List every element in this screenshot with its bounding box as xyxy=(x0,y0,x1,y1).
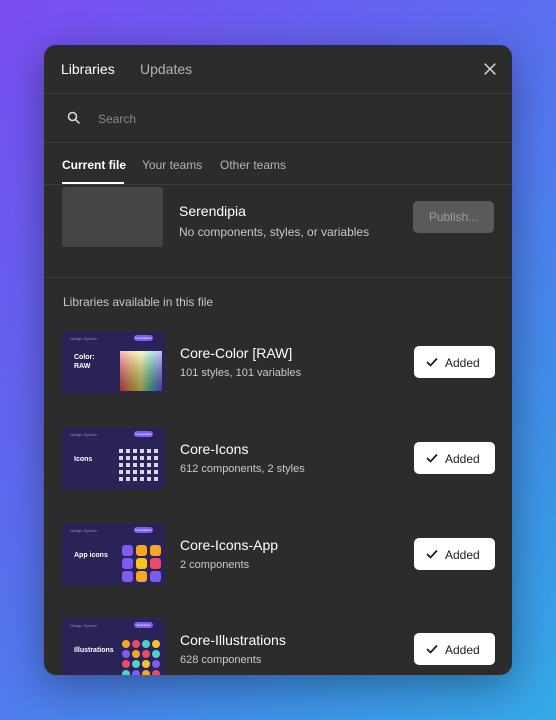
added-button[interactable]: Added xyxy=(414,538,495,570)
thumb-title: Icons xyxy=(74,456,93,463)
library-scope-tabs: Current file Your teams Other teams xyxy=(44,143,512,185)
added-button[interactable]: Added xyxy=(414,346,495,378)
thumb-title: Illustrations xyxy=(74,647,114,654)
added-label: Added xyxy=(445,356,480,370)
added-button[interactable]: Added xyxy=(414,633,495,665)
checkmark-icon xyxy=(426,549,438,559)
library-row: Design System Foundations App icons Core… xyxy=(44,523,512,619)
thumb-title: App icons xyxy=(74,552,108,559)
libraries-dialog: Libraries Updates Current file Your team… xyxy=(44,45,512,675)
publish-button[interactable]: Publish... xyxy=(413,201,494,233)
thumb-caption: Design System xyxy=(70,432,97,437)
app-icons-graphic xyxy=(122,545,161,582)
added-label: Added xyxy=(445,643,480,657)
thumb-badge: Iconography xyxy=(134,431,153,437)
close-button[interactable] xyxy=(480,59,500,79)
library-thumbnail: Design System Illustration Illustrations xyxy=(62,618,165,675)
close-icon xyxy=(484,63,496,75)
illustrations-graphic xyxy=(122,640,160,675)
tab-updates[interactable]: Updates xyxy=(140,61,192,77)
checkmark-icon xyxy=(426,357,438,367)
current-file-name: Serendipia xyxy=(179,203,246,219)
tab-other-teams[interactable]: Other teams xyxy=(220,158,286,172)
library-thumbnail: Design System Foundations App icons xyxy=(62,523,165,585)
current-file-thumbnail xyxy=(62,187,163,247)
library-thumbnail: Design System Iconography Icons xyxy=(62,427,165,489)
thumb-title: Color: RAW xyxy=(74,354,95,370)
library-description: 612 components, 2 styles xyxy=(180,463,305,475)
tab-current-file[interactable]: Current file xyxy=(62,158,126,172)
library-row: Design System Iconography Icons Core-Ico… xyxy=(44,427,512,523)
search-input[interactable] xyxy=(96,107,480,131)
thumb-badge: Foundations xyxy=(134,527,153,533)
thumb-caption: Design System xyxy=(70,528,97,533)
checkmark-icon xyxy=(426,644,438,654)
section-heading: Libraries available in this file xyxy=(63,295,214,309)
library-name: Core-Icons-App xyxy=(180,537,279,553)
search-icon xyxy=(67,111,80,124)
added-label: Added xyxy=(445,452,480,466)
current-file-row: Serendipia No components, styles, or var… xyxy=(44,185,512,278)
library-name: Core-Color [RAW] xyxy=(180,345,293,361)
library-row: Design System Illustration Illustrations… xyxy=(44,618,512,675)
library-description: 101 styles, 101 variables xyxy=(180,367,302,379)
added-button[interactable]: Added xyxy=(414,442,495,474)
library-description: 2 components xyxy=(180,559,250,571)
thumb-badge: Illustration xyxy=(134,622,153,628)
thumb-caption: Design System xyxy=(70,623,97,628)
checkmark-icon xyxy=(426,453,438,463)
tab-libraries[interactable]: Libraries xyxy=(61,61,115,77)
library-description: 628 components xyxy=(180,654,262,666)
search-bar xyxy=(44,94,512,143)
library-name: Core-Icons xyxy=(180,441,249,457)
active-tab-indicator xyxy=(62,182,124,184)
thumb-badge: Foundations xyxy=(134,335,153,341)
dialog-header: Libraries Updates xyxy=(44,45,512,94)
library-row: Design System Foundations Color: RAW Cor… xyxy=(44,331,512,427)
tab-your-teams[interactable]: Your teams xyxy=(142,158,202,172)
thumb-caption: Design System xyxy=(70,336,97,341)
library-thumbnail: Design System Foundations Color: RAW xyxy=(62,331,165,393)
color-swatch-graphic xyxy=(120,351,162,391)
current-file-description: No components, styles, or variables xyxy=(179,225,370,239)
library-name: Core-Illustrations xyxy=(180,632,286,648)
added-label: Added xyxy=(445,548,480,562)
icon-grid-graphic xyxy=(119,449,158,481)
